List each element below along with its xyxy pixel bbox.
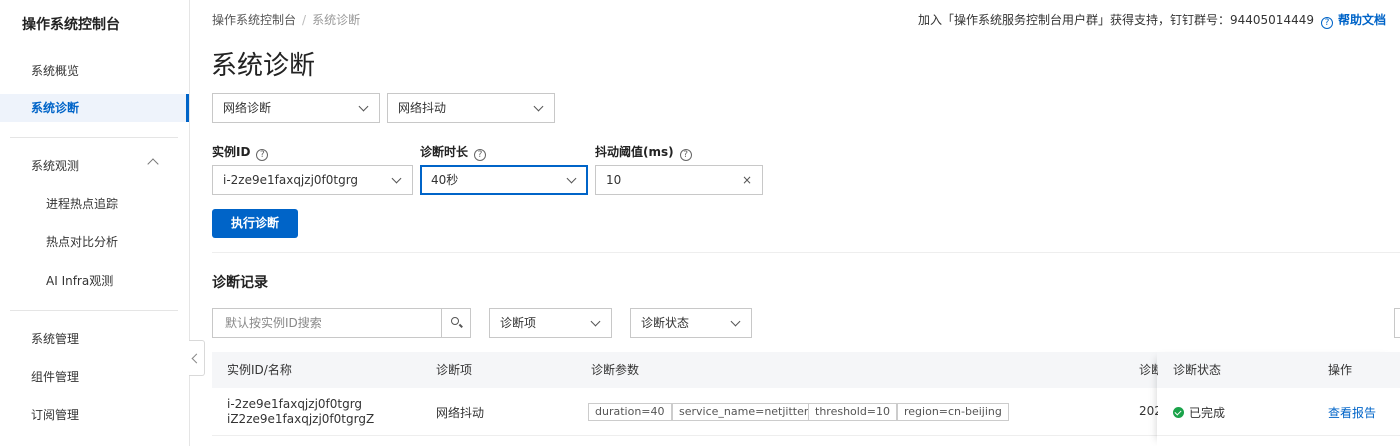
help-icon[interactable]: ? — [256, 149, 269, 161]
duration-value: 40秒 — [431, 173, 459, 187]
breadcrumb: 操作系统控制台 / 系统诊断 — [212, 11, 360, 28]
instance-id-value: i-2ze9e1faxqjzj0f0tgrg — [223, 173, 359, 187]
param-tag: duration=40 — [588, 403, 672, 421]
sidebar: 操作系统控制台 系统概览 系统诊断 系统观测 进程热点追踪 热点对比分析 AI … — [0, 0, 190, 446]
check-circle-icon — [1173, 407, 1184, 418]
breadcrumb-separator: / — [302, 13, 307, 27]
clear-icon[interactable]: × — [742, 166, 752, 194]
chevron-down-icon — [566, 173, 577, 184]
search-placeholder: 默认按实例ID搜索 — [225, 316, 322, 330]
diagnosis-category-value: 网络诊断 — [223, 101, 272, 115]
threshold-label: 抖动阈值(ms)? — [595, 143, 692, 161]
breadcrumb-item-console[interactable]: 操作系统控制台 — [212, 13, 296, 27]
column-header-action: 操作 — [1328, 363, 1353, 377]
sidebar-divider — [10, 310, 178, 311]
filter-status-select[interactable]: 诊断状态 — [630, 308, 752, 338]
instance-id-label-text: 实例ID — [212, 145, 251, 159]
breadcrumb-item-current: 系统诊断 — [312, 13, 361, 27]
app-root: 操作系统控制台 系统概览 系统诊断 系统观测 进程热点追踪 热点对比分析 AI … — [0, 0, 1400, 446]
sidebar-divider — [10, 137, 178, 138]
chevron-down-icon — [590, 316, 601, 327]
param-tag: threshold=10 — [808, 403, 898, 421]
chevron-down-icon — [533, 101, 544, 112]
section-divider — [212, 252, 1400, 253]
column-header-status: 诊断状态 — [1173, 363, 1222, 377]
help-icon: ? — [1320, 17, 1333, 29]
chevron-down-icon — [730, 316, 741, 327]
param-tag: service_name=netjitter — [672, 403, 816, 421]
help-icon[interactable]: ? — [679, 149, 692, 161]
column-header-params: 诊断参数 — [591, 363, 640, 377]
duration-label: 诊断时长? — [420, 143, 487, 161]
instance-name-text: iZ2ze9e1faxqjzj0f0tgrgZ — [227, 412, 375, 426]
search-input[interactable]: 默认按实例ID搜索 — [212, 308, 471, 338]
sidebar-item-component-management[interactable]: 组件管理 — [0, 363, 189, 391]
sidebar-item-subscription-management[interactable]: 订阅管理 — [0, 401, 189, 429]
filter-item-select[interactable]: 诊断项 — [489, 308, 612, 338]
instance-id-select[interactable]: i-2ze9e1faxqjzj0f0tgrg — [212, 165, 413, 195]
sidebar-title: 操作系统控制台 — [22, 17, 120, 33]
fixed-header: 诊断状态 操作 — [1158, 352, 1400, 388]
search-icon — [451, 317, 459, 325]
toolbar-button-partial[interactable] — [1394, 308, 1400, 338]
support-text: 加入「操作系统服务控制台用户群」获得支持，钉钉群号：94405014449 — [918, 13, 1314, 27]
duration-label-text: 诊断时长 — [420, 145, 469, 159]
duration-select[interactable]: 40秒 — [420, 165, 588, 195]
search-button[interactable] — [441, 309, 470, 337]
run-diagnosis-button[interactable]: 执行诊断 — [212, 209, 298, 238]
help-docs-label: 帮助文档 — [1337, 13, 1386, 27]
view-report-link[interactable]: 查看报告 — [1328, 404, 1376, 421]
help-icon[interactable]: ? — [474, 149, 487, 161]
sidebar-collapse-button[interactable] — [189, 340, 205, 376]
help-docs-link[interactable]: ? 帮助文档 — [1320, 11, 1386, 29]
threshold-input[interactable]: 10 × — [595, 165, 763, 195]
column-header-item: 诊断项 — [436, 363, 473, 377]
diagnosis-category-select[interactable]: 网络诊断 — [212, 93, 380, 123]
sidebar-item-diagnosis[interactable]: 系统诊断 — [0, 94, 189, 122]
chevron-down-icon — [391, 173, 402, 184]
item-cell: 网络抖动 — [436, 406, 485, 420]
filter-item-placeholder: 诊断项 — [500, 316, 537, 330]
fixed-row: 已完成 查看报告 — [1158, 388, 1400, 436]
sidebar-item-label: 系统观测 — [31, 159, 80, 173]
page-title: 系统诊断 — [211, 51, 316, 81]
instance-id-label: 实例ID? — [212, 143, 269, 161]
fixed-columns: 诊断状态 操作 已完成 查看报告 — [1158, 352, 1400, 446]
diagnosis-item-value: 网络抖动 — [398, 101, 447, 115]
chevron-down-icon — [358, 101, 369, 112]
param-tag: region=cn-beijing — [897, 403, 1009, 421]
sidebar-item-observation[interactable]: 系统观测 — [0, 152, 189, 180]
sidebar-item-overview[interactable]: 系统概览 — [0, 57, 189, 85]
chevron-up-icon — [147, 158, 159, 170]
column-header-instance: 实例ID/名称 — [227, 363, 292, 377]
instance-id-text: i-2ze9e1faxqjzj0f0tgrg — [227, 397, 363, 411]
sidebar-item-ai-infra[interactable]: AI Infra观测 — [0, 267, 189, 295]
instance-cell: i-2ze9e1faxqjzj0f0tgrg iZ2ze9e1faxqjzj0f… — [227, 397, 374, 427]
threshold-value: 10 — [606, 173, 622, 187]
filter-status-placeholder: 诊断状态 — [641, 316, 690, 330]
threshold-label-text: 抖动阈值(ms) — [595, 145, 674, 159]
status-cell: 已完成 — [1173, 404, 1225, 421]
sidebar-item-hotspot-compare[interactable]: 热点对比分析 — [0, 228, 189, 256]
status-text: 已完成 — [1189, 406, 1226, 420]
diagnosis-item-select[interactable]: 网络抖动 — [387, 93, 555, 123]
sidebar-item-process-hotspot[interactable]: 进程热点追踪 — [0, 190, 189, 218]
sidebar-item-system-management[interactable]: 系统管理 — [0, 325, 189, 353]
records-title: 诊断记录 — [212, 275, 268, 291]
